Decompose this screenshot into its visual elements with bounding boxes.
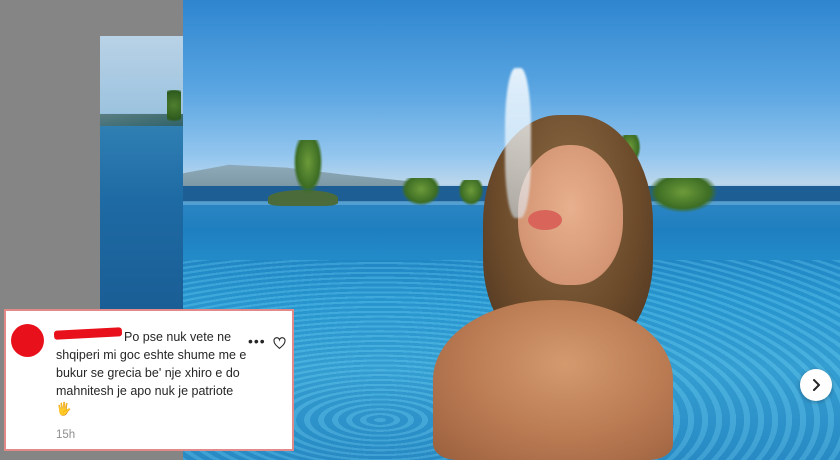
plant-middle bbox=[401, 178, 441, 206]
next-photo-button[interactable] bbox=[800, 369, 832, 401]
plant-right bbox=[648, 178, 718, 213]
plant-left bbox=[293, 140, 323, 195]
person-lips bbox=[528, 210, 562, 230]
comment-text: Po pse nuk vete ne shqiperi mi goc eshte… bbox=[56, 330, 247, 416]
comment-timestamp: 15h bbox=[56, 429, 76, 441]
more-options-icon[interactable]: ••• bbox=[248, 333, 266, 349]
chevron-right-icon bbox=[813, 379, 820, 391]
comment-card: Po pse nuk vete ne shqiperi mi goc eshte… bbox=[4, 309, 294, 451]
previous-post-thumbnail[interactable] bbox=[100, 36, 183, 310]
thumbnail-plant bbox=[167, 90, 181, 128]
avatar[interactable] bbox=[11, 324, 44, 357]
plant-middle-2 bbox=[458, 180, 484, 206]
water-spray bbox=[505, 68, 531, 218]
person-body bbox=[433, 300, 673, 460]
heart-icon[interactable] bbox=[273, 337, 286, 350]
